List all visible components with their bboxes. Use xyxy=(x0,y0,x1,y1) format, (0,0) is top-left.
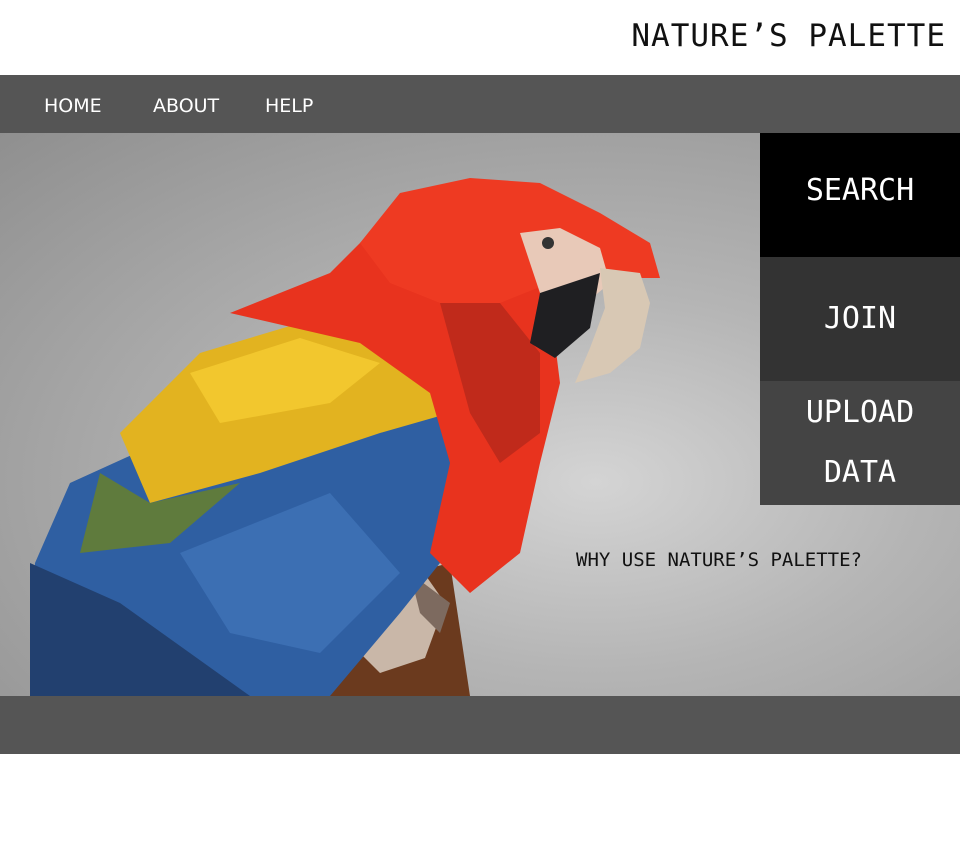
nav-home-link[interactable]: HOME xyxy=(44,75,102,133)
top-navbar: HOME ABOUT HELP xyxy=(0,75,960,133)
nav-about-link[interactable]: ABOUT xyxy=(153,75,219,133)
hero-section: SEARCH JOIN UPLOAD DATA WHY USE NATURE’S… xyxy=(0,133,960,696)
footer-bar xyxy=(0,696,960,754)
site-title: NATURE’S PALETTE xyxy=(631,18,946,54)
eye xyxy=(542,237,554,249)
upload-data-button[interactable]: UPLOAD DATA xyxy=(760,381,960,505)
join-button[interactable]: JOIN xyxy=(760,257,960,381)
nav-help-link[interactable]: HELP xyxy=(265,75,313,133)
upload-label-line2: DATA xyxy=(823,455,897,490)
why-use-link[interactable]: WHY USE NATURE’S PALETTE? xyxy=(576,549,862,571)
search-button[interactable]: SEARCH xyxy=(760,133,960,257)
upload-label-line1: UPLOAD xyxy=(805,395,915,430)
